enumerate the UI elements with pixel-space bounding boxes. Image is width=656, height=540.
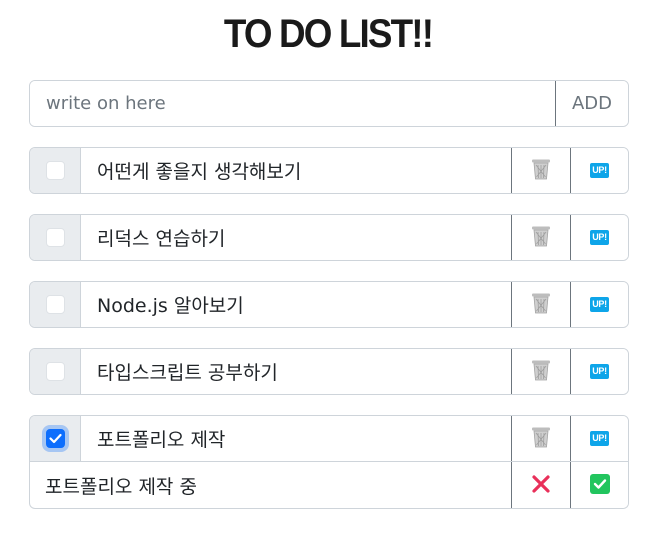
move-up-button[interactable]: UP! — [570, 416, 628, 461]
up-icon: UP! — [590, 163, 609, 178]
checkbox-cell — [30, 148, 81, 193]
up-icon: UP! — [590, 297, 609, 312]
checkbox-cell — [30, 282, 81, 327]
page-title: TO DO LIST!! — [223, 12, 434, 56]
trash-icon — [531, 359, 551, 384]
trash-icon — [531, 426, 551, 451]
todo-checkbox[interactable] — [45, 429, 65, 448]
move-up-button[interactable]: UP! — [570, 349, 628, 394]
todo-list: 어떤게 좋을지 생각해보기 UP! 리덕스 연습하기 UP! Node.js 알… — [29, 147, 629, 509]
trash-icon — [531, 225, 551, 250]
delete-button[interactable] — [511, 215, 570, 260]
new-todo-form: ADD — [29, 80, 629, 127]
checkbox-cell — [30, 416, 81, 461]
todo-text[interactable]: Node.js 알아보기 — [81, 282, 511, 327]
check-icon — [589, 473, 610, 497]
todo-item: 어떤게 좋을지 생각해보기 UP! — [29, 147, 629, 194]
delete-button[interactable] — [511, 349, 570, 394]
checkmark-icon — [48, 429, 62, 448]
cancel-edit-button[interactable] — [511, 462, 570, 508]
edit-todo-row: 포트폴리오 제작 중 — [29, 462, 629, 509]
delete-button[interactable] — [511, 416, 570, 461]
todo-checkbox[interactable] — [45, 362, 65, 381]
up-icon: UP! — [590, 431, 609, 446]
move-up-button[interactable]: UP! — [570, 148, 628, 193]
todo-item: 타입스크립트 공부하기 UP! — [29, 348, 629, 395]
move-up-button[interactable]: UP! — [570, 282, 628, 327]
add-button[interactable]: ADD — [555, 81, 628, 126]
todo-text[interactable]: 어떤게 좋을지 생각해보기 — [81, 148, 511, 193]
todo-input[interactable] — [30, 81, 555, 126]
confirm-edit-button[interactable] — [570, 462, 628, 508]
edit-todo-input[interactable]: 포트폴리오 제작 중 — [30, 462, 511, 508]
trash-icon — [531, 158, 551, 183]
todo-item: 포트폴리오 제작 UP! — [29, 415, 629, 462]
move-up-button[interactable]: UP! — [570, 215, 628, 260]
todo-checkbox[interactable] — [45, 295, 65, 314]
trash-icon — [531, 292, 551, 317]
todo-item: Node.js 알아보기 UP! — [29, 281, 629, 328]
delete-button[interactable] — [511, 282, 570, 327]
checkbox-cell — [30, 349, 81, 394]
todo-item: 리덕스 연습하기 UP! — [29, 214, 629, 261]
todo-checkbox[interactable] — [45, 228, 65, 247]
close-icon — [531, 474, 551, 497]
up-icon: UP! — [590, 364, 609, 379]
todo-checkbox[interactable] — [45, 161, 65, 180]
todo-text[interactable]: 포트폴리오 제작 — [81, 416, 511, 461]
delete-button[interactable] — [511, 148, 570, 193]
up-icon: UP! — [590, 230, 609, 245]
checkbox-cell — [30, 215, 81, 260]
todo-text[interactable]: 리덕스 연습하기 — [81, 215, 511, 260]
todo-text[interactable]: 타입스크립트 공부하기 — [81, 349, 511, 394]
